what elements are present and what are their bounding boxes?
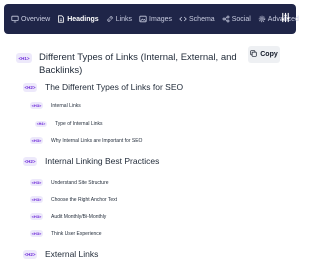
heading-text-line-1: Different Types of Links (Internal, Exte… [39, 52, 237, 63]
heading-item[interactable]: <H2> The Different Types of Links for SE… [23, 82, 183, 92]
tab-bar: Overview Headings Links Images Schema So… [4, 4, 299, 34]
heading-text: Choose the Right Anchor Text [51, 196, 118, 203]
heading-level-badge: <H3> [30, 213, 43, 220]
tab-images-label: Images [149, 15, 173, 23]
heading-item[interactable]: <H3> Audit Monthly/Bi-Monthly [30, 213, 106, 220]
heading-text: Why Internal Links are Important for SEO [51, 137, 143, 144]
heading-level-badge: <H3> [30, 196, 43, 203]
heading-item[interactable]: <H3> Understand Site Structure [30, 179, 109, 186]
heading-level-badge: <H3> [30, 230, 43, 237]
heading-text: Understand Site Structure [51, 179, 109, 186]
heading-level-badge: <H3> [30, 137, 43, 144]
link-icon [106, 15, 114, 23]
heading-level-badge: <H2> [23, 82, 37, 92]
heading-item[interactable]: <H3> Internal Links [30, 102, 81, 109]
heading-text: Internal Links [51, 102, 81, 109]
heading-level-badge: <H2> [23, 156, 37, 166]
document-icon [57, 15, 65, 23]
image-icon [139, 15, 147, 23]
heading-item[interactable]: <H1> Different Types of Links (Internal,… [16, 51, 237, 77]
tab-links[interactable]: Links [106, 15, 132, 23]
heading-text: Think User Experience [51, 230, 102, 237]
heading-text: Type of Internal Links [55, 121, 103, 127]
tab-headings-label: Headings [67, 15, 99, 23]
heading-text: Audit Monthly/Bi-Monthly [51, 213, 107, 220]
heading-level-badge: <H2> [23, 249, 37, 259]
heading-level-badge: <H1> [16, 53, 32, 63]
copy-button[interactable]: Copy [248, 46, 280, 63]
heading-item[interactable]: <H2> External Links [23, 249, 98, 259]
tab-social-label: Social [231, 15, 251, 23]
tab-links-label: Links [115, 15, 133, 23]
heading-item[interactable]: <H3> Why Internal Links are Important fo… [30, 137, 142, 144]
heading-item[interactable]: <H3> Choose the Right Anchor Text [30, 196, 117, 203]
heading-text: Different Types of Links (Internal, Exte… [39, 51, 237, 77]
monitor-icon [11, 15, 19, 23]
copy-icon [250, 50, 257, 59]
code-icon [179, 15, 187, 23]
heading-item[interactable]: <H4> Type of Internal Links [35, 121, 103, 127]
heading-text-line-2: Backlinks) [39, 65, 83, 76]
tab-schema-label: Schema [189, 15, 215, 23]
gear-icon [258, 15, 266, 23]
tab-headings[interactable]: Headings [57, 15, 99, 23]
heading-text: Internal Linking Best Practices [45, 156, 160, 166]
sliders-icon [280, 10, 291, 28]
heading-level-badge: <H3> [30, 179, 43, 186]
tab-overview[interactable]: Overview [11, 15, 50, 23]
filter-settings-button[interactable] [278, 12, 292, 26]
tab-schema[interactable]: Schema [179, 15, 215, 23]
copy-label: Copy [260, 51, 278, 58]
tab-overview-label: Overview [21, 15, 51, 23]
heading-level-badge: <H4> [35, 121, 47, 127]
heading-text: External Links [45, 249, 99, 259]
heading-text: The Different Types of Links for SEO [45, 82, 184, 92]
tab-images[interactable]: Images [139, 15, 172, 23]
share-icon [222, 15, 230, 23]
heading-item[interactable]: <H3> Think User Experience [30, 230, 102, 237]
tab-social[interactable]: Social [222, 15, 251, 23]
heading-level-badge: <H3> [30, 102, 43, 109]
heading-item[interactable]: <H2> Internal Linking Best Practices [23, 156, 159, 166]
